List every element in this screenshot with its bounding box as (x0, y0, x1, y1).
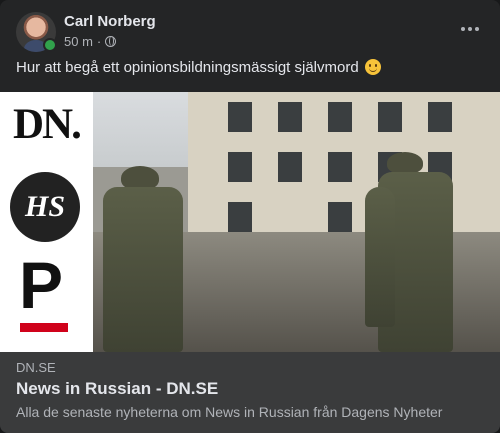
post-time[interactable]: 50 m (64, 34, 93, 49)
dot-icon (468, 27, 472, 31)
author-name[interactable]: Carl Norberg (64, 13, 156, 30)
dn-logo: DN. (13, 101, 82, 148)
publisher-logos: DN. HS P (0, 92, 93, 352)
post-meta: 50 m · (64, 34, 117, 49)
photo-window (328, 152, 352, 182)
photo-window (328, 102, 352, 132)
dot-icon (475, 27, 479, 31)
post-text-content: Hur att begå ett opinionsbildningsmässig… (16, 59, 359, 76)
link-domain: DN.SE (16, 360, 56, 375)
post-header: Carl Norberg 50 m · (16, 12, 484, 52)
photo-soldier (365, 187, 395, 327)
photo-building (188, 92, 500, 252)
online-status-indicator (43, 38, 57, 52)
link-title[interactable]: News in Russian - DN.SE (16, 379, 218, 399)
dot-icon (461, 27, 465, 31)
globe-icon[interactable] (105, 36, 117, 47)
news-photo (93, 92, 500, 352)
post-text: Hur att begå ett opinionsbildningsmässig… (16, 59, 381, 76)
photo-soldier (103, 187, 183, 352)
link-preview-image[interactable]: DN. HS P (0, 92, 500, 352)
photo-window (328, 202, 352, 232)
photo-window (228, 152, 252, 182)
photo-window (228, 202, 252, 232)
meta-separator: · (96, 34, 102, 49)
p-logo-bar (20, 323, 68, 332)
link-description: Alla de senaste nyheterna om News in Rus… (16, 404, 443, 420)
more-options-button[interactable] (456, 18, 484, 40)
hs-logo-text: HS (24, 190, 66, 223)
photo-helmet (387, 152, 423, 174)
photo-window (378, 102, 402, 132)
photo-window (428, 102, 452, 132)
photo-window (278, 152, 302, 182)
photo-window (278, 102, 302, 132)
avatar[interactable] (16, 12, 57, 52)
smiling-face-icon (364, 59, 381, 75)
link-preview[interactable]: DN.SE News in Russian - DN.SE Alla de se… (0, 352, 500, 433)
post-card: Carl Norberg 50 m · Hur att begå ett opi… (0, 0, 500, 433)
p-logo: P (19, 248, 64, 322)
hs-logo: HS (10, 172, 80, 242)
photo-window (228, 102, 252, 132)
